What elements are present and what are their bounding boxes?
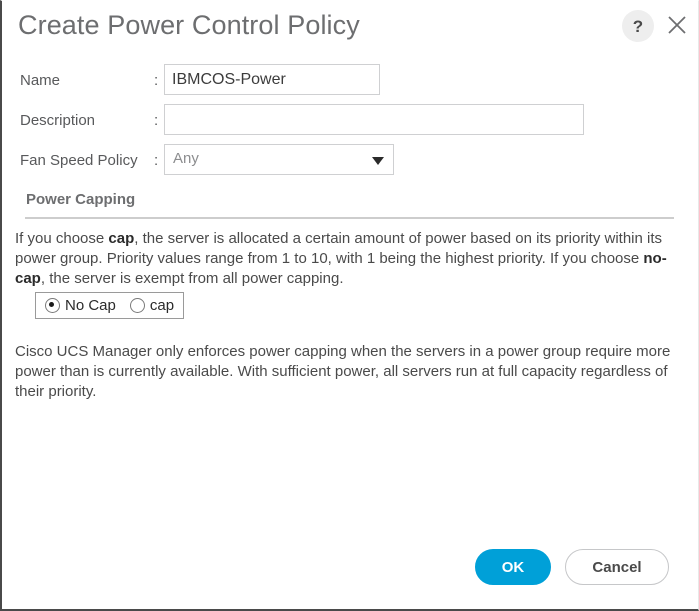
radio-option-cap[interactable]: cap [129,297,175,314]
fan-speed-policy-label: Fan Speed Policy [20,152,138,169]
form-row-description: Description : [2,103,698,143]
fan-speed-policy-colon: : [154,152,159,169]
radio-selected-icon [45,298,60,313]
close-icon[interactable] [663,11,691,39]
radio-option-cap-label: cap [149,297,175,314]
policy-form: Name : Description : Fan Speed Policy : … [2,63,698,183]
description-input[interactable] [164,104,584,135]
power-capping-description-2: Cisco UCS Manager only enforces power ca… [15,343,671,400]
radio-option-no-cap[interactable]: No Cap [45,297,116,314]
name-input[interactable] [164,64,380,95]
ok-button[interactable]: OK [475,549,551,585]
name-label: Name [20,72,61,89]
power-capping-radio-group: No Cap cap [35,292,185,319]
description-colon: : [154,112,159,129]
para1-text-3: , the server is exempt from all power ca… [40,270,344,287]
fan-speed-policy-value: Any [173,150,199,167]
para1-bold-cap: cap [108,230,135,247]
section-divider [25,217,674,219]
dialog-title: Create Power Control Policy [18,10,360,40]
dialog-footer: OK Cancel [2,549,698,585]
radio-unselected-icon [129,298,145,313]
help-icon[interactable]: ? [622,10,654,42]
name-colon: : [154,72,159,89]
help-icon-glyph: ? [632,16,644,36]
fan-speed-policy-select[interactable]: Any [164,144,394,175]
chevron-down-icon [372,157,384,165]
power-capping-description-1: If you choose cap, the server is allocat… [15,229,677,289]
create-power-control-policy-dialog: Create Power Control Policy ? Name : Des… [0,0,699,611]
description-label: Description [20,112,96,129]
radio-option-no-cap-label: No Cap [65,297,116,314]
para1-text-1: If you choose [15,230,109,247]
dialog-titlebar: Create Power Control Policy ? [2,1,698,57]
cancel-button[interactable]: Cancel [565,549,669,585]
form-row-name: Name : [2,63,698,103]
power-capping-heading: Power Capping [26,191,136,208]
form-row-fan-speed-policy: Fan Speed Policy : Any [2,143,698,183]
